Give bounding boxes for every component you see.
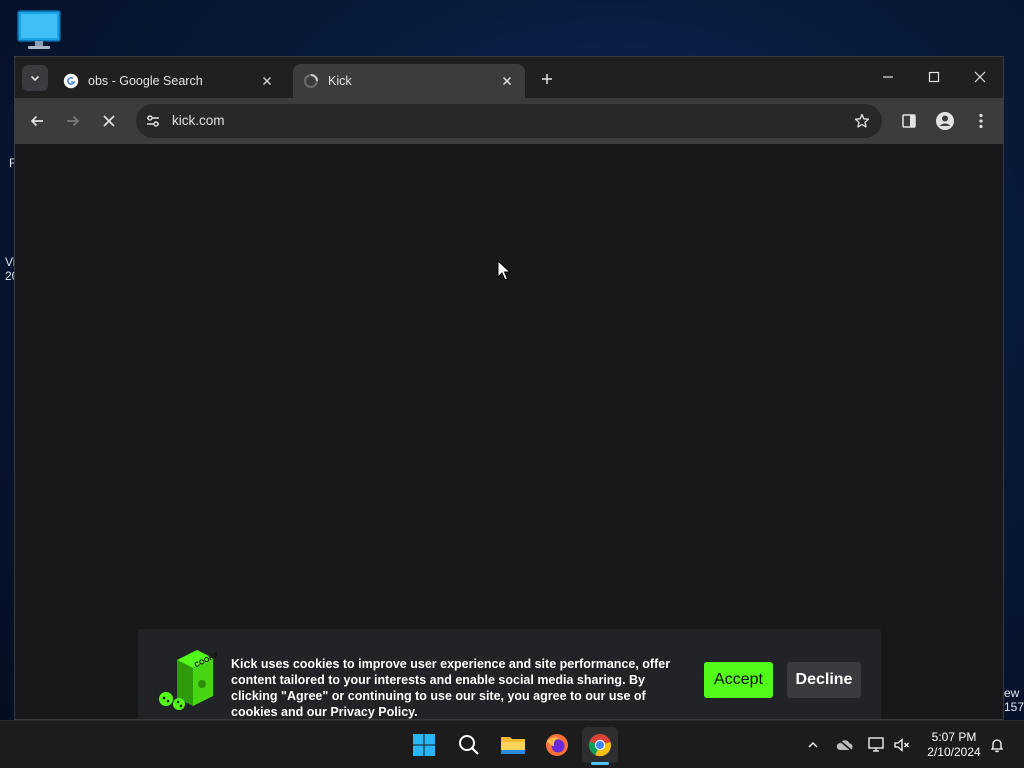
accept-cookies-button[interactable]: Accept <box>704 662 773 698</box>
firefox-icon <box>546 734 568 756</box>
close-icon <box>503 77 511 85</box>
tab-close-button[interactable] <box>257 71 277 91</box>
back-button[interactable] <box>23 107 51 135</box>
tab-google-search[interactable]: obs - Google Search <box>53 64 285 98</box>
windows-start-icon <box>413 734 435 756</box>
chrome-button[interactable] <box>582 727 618 763</box>
firefox-button[interactable] <box>539 727 575 763</box>
tune-icon <box>147 115 159 127</box>
file-explorer-button[interactable] <box>495 727 531 763</box>
address-bar[interactable]: kick.com <box>136 104 882 138</box>
notifications-button[interactable] <box>987 735 1007 755</box>
active-app-indicator <box>591 762 609 765</box>
person-icon <box>936 112 954 130</box>
tab-kick[interactable]: Kick <box>293 64 525 98</box>
cookie-box-icon: COOKIE <box>159 650 217 710</box>
cookie-message: Kick uses cookies to improve user experi… <box>231 657 671 719</box>
network-tray-button[interactable] <box>867 735 887 755</box>
clock-date: 2/10/2024 <box>927 745 981 759</box>
file-explorer-icon <box>501 737 525 754</box>
url-text: kick.com <box>172 113 225 128</box>
desktop-label-fragment: 157 <box>1004 700 1024 714</box>
google-g-icon <box>63 73 79 89</box>
cookie-banner: COOKIE Kick uses cookies to improve user… <box>138 629 881 719</box>
onedrive-icon <box>836 738 853 752</box>
close-window-button[interactable] <box>960 63 1000 91</box>
network-icon <box>868 737 884 752</box>
browser-toolbar: kick.com <box>15 98 1003 144</box>
profile-button[interactable] <box>931 107 959 135</box>
minimize-button[interactable] <box>868 63 908 91</box>
browser-window: obs - Google Search Kick kick.com COOKIE… <box>14 56 1004 720</box>
close-icon <box>103 115 115 127</box>
tab-close-button[interactable] <box>497 71 517 91</box>
volume-tray-button[interactable] <box>892 735 912 755</box>
bookmark-button[interactable] <box>852 111 872 131</box>
tab-title: Kick <box>328 74 352 88</box>
taskbar: 5:07 PM 2/10/2024 <box>0 720 1024 768</box>
stop-loading-button[interactable] <box>95 107 123 135</box>
minimize-icon <box>883 76 893 78</box>
forward-button[interactable] <box>59 107 87 135</box>
maximize-button[interactable] <box>914 63 954 91</box>
tab-strip: obs - Google Search Kick <box>15 57 1003 98</box>
notification-bell-icon <box>990 739 1004 753</box>
arrow-left-icon <box>30 115 43 127</box>
kick-loading-icon <box>304 74 318 88</box>
start-button[interactable] <box>406 727 442 763</box>
chrome-icon <box>588 734 611 757</box>
chevron-down-icon <box>30 75 40 82</box>
plus-icon <box>542 74 552 84</box>
site-info-button[interactable] <box>143 111 163 131</box>
mouse-cursor-icon <box>497 260 511 281</box>
show-hidden-icons-button[interactable] <box>803 735 823 755</box>
volume-muted-icon <box>894 738 909 752</box>
new-tab-button[interactable] <box>535 67 559 91</box>
taskbar-search-button[interactable] <box>451 727 487 763</box>
side-panel-icon <box>902 114 916 128</box>
search-icon <box>459 735 479 755</box>
desktop-label-fragment: ew <box>1004 686 1020 700</box>
system-clock[interactable]: 5:07 PM 2/10/2024 <box>914 730 994 760</box>
side-panel-button[interactable] <box>895 107 923 135</box>
close-icon <box>263 77 271 85</box>
maximize-icon <box>928 71 940 83</box>
star-icon <box>854 113 870 128</box>
more-vertical-icon <box>979 113 983 129</box>
tab-title: obs - Google Search <box>88 74 203 88</box>
clock-time: 5:07 PM <box>931 730 977 744</box>
arrow-right-icon <box>67 115 80 127</box>
tab-search-button[interactable] <box>22 65 48 91</box>
this-pc-desktop-icon[interactable] <box>16 10 62 52</box>
chevron-up-icon <box>808 742 818 748</box>
close-icon <box>974 71 986 83</box>
page-content: COOKIE Kick uses cookies to improve user… <box>15 144 1003 719</box>
onedrive-tray-button[interactable] <box>835 735 855 755</box>
decline-cookies-button[interactable]: Decline <box>787 662 861 698</box>
browser-menu-button[interactable] <box>967 107 995 135</box>
